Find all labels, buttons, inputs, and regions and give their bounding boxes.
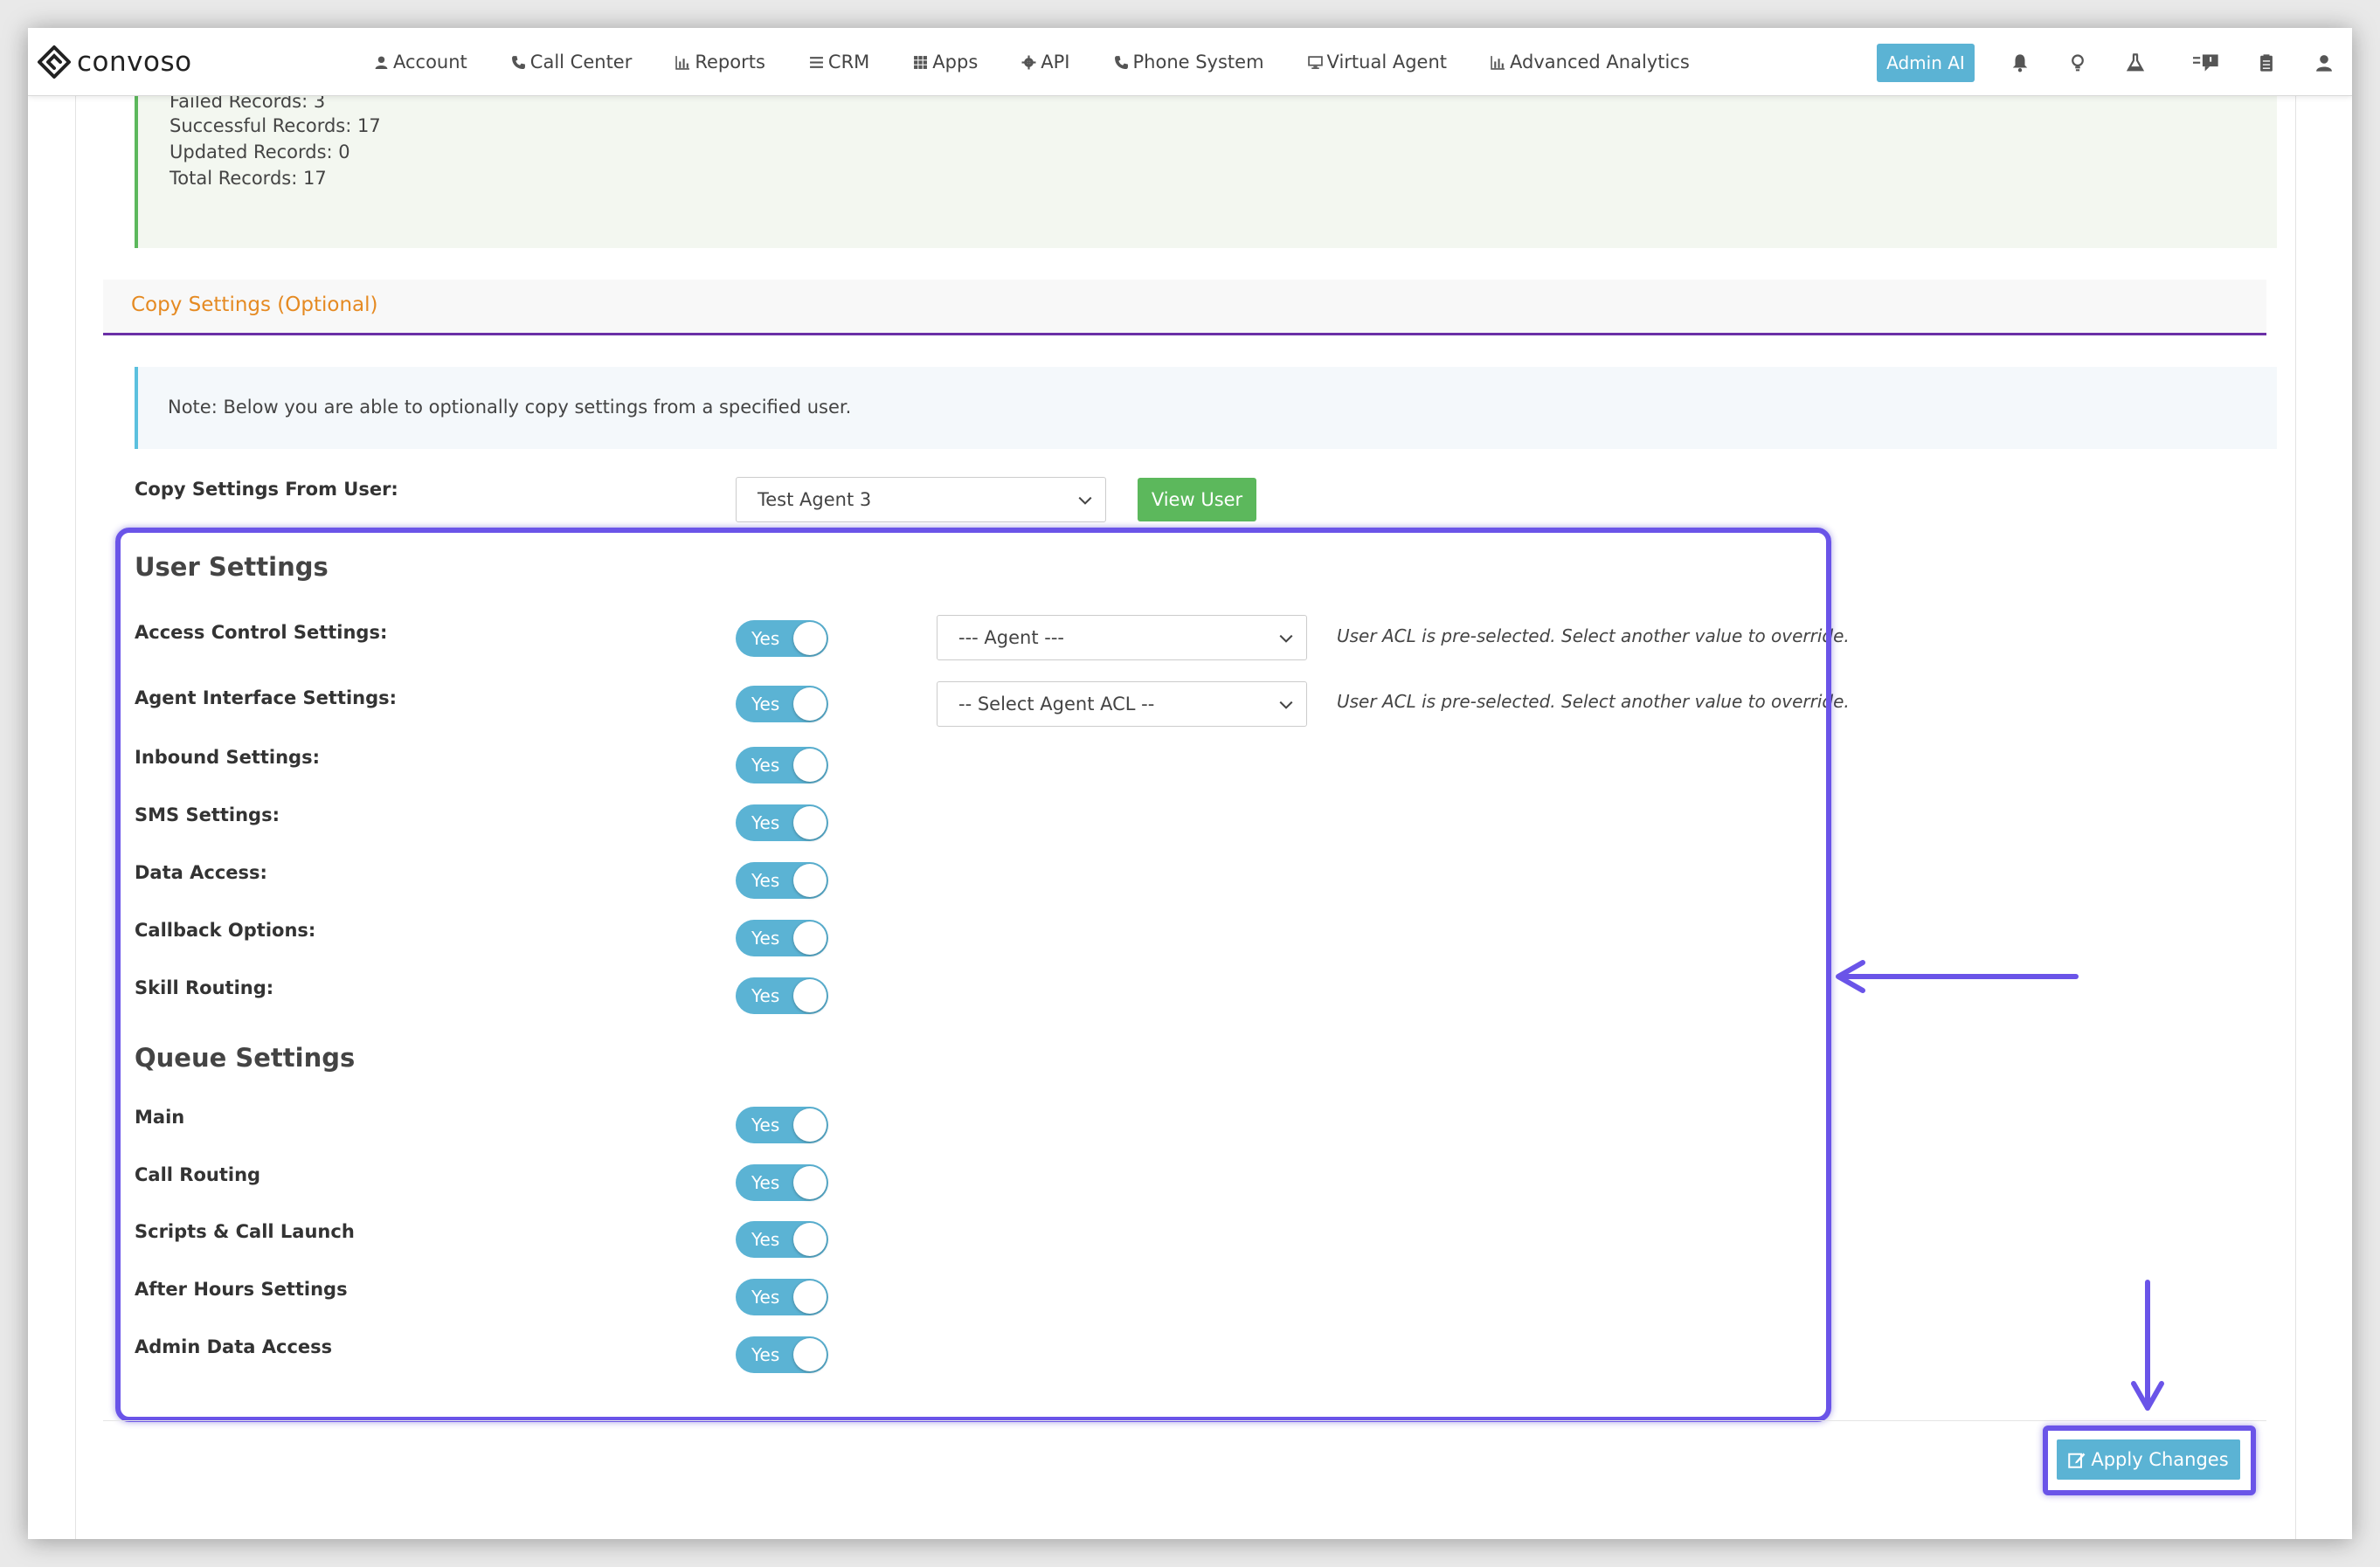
phone-icon <box>511 55 525 69</box>
brand-logo[interactable]: convoso <box>37 44 192 80</box>
user-profile-icon[interactable] <box>2314 52 2335 73</box>
successful-records: Successful Records: 17 <box>170 115 381 136</box>
arrow-down-icon <box>2131 1280 2164 1411</box>
clipboard-icon[interactable] <box>2256 52 2277 73</box>
bell-icon[interactable] <box>2010 52 2031 73</box>
app-window: convoso Account Call Center Reports CRM … <box>28 28 2352 1539</box>
menu-label: Apps <box>932 52 979 72</box>
menu-label: Phone System <box>1132 52 1264 72</box>
menu-advanced-analytics[interactable]: Advanced Analytics <box>1491 52 1690 72</box>
menu-phone-system[interactable]: Phone System <box>1114 52 1264 72</box>
menu-label: Advanced Analytics <box>1510 52 1690 72</box>
view-user-button[interactable]: View User <box>1138 478 1256 521</box>
menu-virtual-agent[interactable]: Virtual Agent <box>1307 52 1448 72</box>
menu-label: Virtual Agent <box>1326 52 1448 72</box>
edit-icon <box>2068 1453 2086 1468</box>
chevron-down-icon <box>1078 496 1092 505</box>
list-icon <box>809 56 823 68</box>
section-title: Copy Settings (Optional) <box>131 293 378 316</box>
menu-label: Account <box>393 52 467 72</box>
settings-highlight-box <box>115 528 1831 1422</box>
admin-ai-button[interactable]: Admin AI <box>1877 44 1975 82</box>
top-navigation: convoso Account Call Center Reports CRM … <box>28 28 2352 96</box>
bar-chart-icon <box>675 55 690 70</box>
messages-icon[interactable] <box>2191 52 2221 73</box>
updated-records: Updated Records: 0 <box>170 142 350 162</box>
brand-name: convoso <box>77 46 192 78</box>
menu-api[interactable]: API <box>1021 52 1070 72</box>
monitor-icon <box>1307 55 1323 69</box>
import-results-box: Failed Records: 3 Successful Records: 17… <box>135 91 2277 248</box>
convoso-logo-icon <box>38 45 71 79</box>
arrow-left-icon <box>1836 960 2079 993</box>
apply-changes-button[interactable]: Apply Changes <box>2057 1439 2240 1480</box>
select-value: Test Agent 3 <box>758 489 872 510</box>
phone-icon <box>1114 55 1128 69</box>
flask-icon[interactable] <box>2125 52 2146 73</box>
menu-crm[interactable]: CRM <box>809 52 869 72</box>
menu-reports[interactable]: Reports <box>675 52 765 72</box>
copy-settings-header: Copy Settings (Optional) <box>103 280 2266 335</box>
copy-from-user-select[interactable]: Test Agent 3 <box>736 477 1106 522</box>
info-note: Note: Below you are able to optionally c… <box>135 367 2277 449</box>
menu-label: Reports <box>695 52 765 72</box>
user-icon <box>375 56 388 69</box>
grid-icon <box>914 55 928 69</box>
menu-label: Call Center <box>529 52 633 72</box>
menu-call-center[interactable]: Call Center <box>511 52 633 72</box>
apply-changes-label: Apply Changes <box>2091 1449 2229 1470</box>
copy-from-user-label: Copy Settings From User: <box>135 479 398 500</box>
main-menu: Account Call Center Reports CRM Apps API <box>374 28 1690 96</box>
bar-chart-icon <box>1491 55 1505 70</box>
footer-divider <box>103 1420 2266 1421</box>
lightbulb-icon[interactable] <box>2067 52 2088 73</box>
menu-account[interactable]: Account <box>374 52 467 72</box>
menu-label: API <box>1041 52 1070 72</box>
menu-apps[interactable]: Apps <box>913 52 978 72</box>
gear-icon <box>1021 55 1036 69</box>
menu-label: CRM <box>827 52 870 72</box>
total-records: Total Records: 17 <box>170 168 327 189</box>
note-text: Note: Below you are able to optionally c… <box>168 397 852 418</box>
